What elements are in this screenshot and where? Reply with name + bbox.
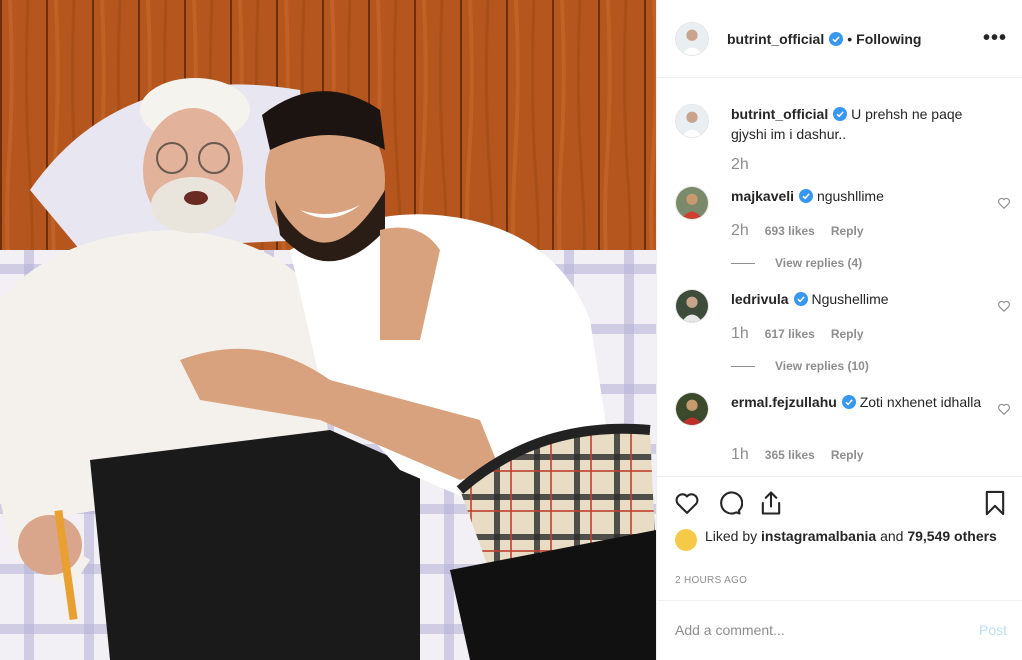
bookmark-icon[interactable] [981, 489, 1009, 517]
comment-time[interactable]: 2h [731, 222, 749, 240]
verified-badge-icon [833, 107, 848, 121]
comment-time[interactable]: 1h [731, 325, 749, 343]
comment-username[interactable]: ermal.fejzullahu [731, 394, 837, 410]
avatar[interactable] [675, 186, 709, 220]
reply-button[interactable]: Reply [831, 448, 864, 462]
following-button[interactable]: Following [856, 31, 921, 47]
heart-icon[interactable] [673, 489, 701, 517]
heart-icon[interactable] [997, 402, 1011, 416]
likes-others[interactable]: 79,549 others [907, 528, 997, 544]
post-timestamp[interactable]: 2 HOURS AGO [675, 575, 747, 586]
comment-text: ngushllime [816, 188, 884, 204]
avatar[interactable] [675, 21, 709, 56]
comment-likes[interactable]: 365 likes [765, 448, 815, 462]
comment-text: Ngushellime [811, 291, 889, 307]
reply-button[interactable]: Reply [831, 224, 864, 238]
comment-body: ledrivula Ngushellime [731, 289, 993, 309]
comment-input[interactable]: Add a comment... [675, 622, 785, 638]
comment-meta: 1h 365 likes Reply [731, 446, 864, 464]
likes-connector: and [880, 528, 904, 544]
comment-meta: 2h 693 likes Reply [731, 222, 864, 240]
smiley-avatar[interactable] [675, 529, 697, 551]
heart-icon[interactable] [997, 196, 1011, 210]
verified-badge-icon [829, 31, 844, 46]
comment-meta: 1h 617 likes Reply [731, 325, 864, 343]
comment-likes[interactable]: 693 likes [765, 224, 815, 238]
add-comment-bar: Add a comment... Post [657, 600, 1022, 660]
caption-meta: 2h [731, 156, 765, 174]
avatar[interactable] [675, 104, 709, 138]
divider [731, 365, 755, 367]
more-options-icon[interactable]: ••• [983, 28, 1007, 48]
action-bar: Liked by instagramalbania and 79,549 oth… [657, 476, 1022, 600]
comment-icon[interactable] [715, 489, 743, 517]
verified-badge-icon [799, 189, 814, 203]
likes-summary: Liked by instagramalbania and 79,549 oth… [675, 527, 1005, 551]
heart-icon[interactable] [997, 299, 1011, 313]
comment-likes[interactable]: 617 likes [765, 327, 815, 341]
caption-body: butrint_official U prehsh ne paqe gjyshi… [731, 104, 993, 144]
view-replies-button[interactable]: View replies (4) [731, 256, 862, 270]
reply-button[interactable]: Reply [831, 327, 864, 341]
view-replies-label: View replies (4) [775, 256, 863, 270]
post-side-panel: butrint_official • Following ••• butrint… [656, 0, 1022, 660]
caption-username[interactable]: butrint_official [731, 106, 828, 122]
comment-time[interactable]: 1h [731, 446, 749, 464]
divider [731, 262, 755, 264]
share-icon[interactable] [757, 489, 785, 517]
verified-badge-icon [793, 292, 808, 306]
liked-by-user[interactable]: instagramalbania [761, 528, 876, 544]
comment-body: majkaveli ngushllime [731, 186, 993, 206]
verified-badge-icon [841, 395, 856, 409]
likes-prefix: Liked by [705, 528, 758, 544]
comments-list[interactable]: butrint_official U prehsh ne paqe gjyshi… [657, 78, 1022, 476]
photo-illustration [0, 0, 656, 660]
comment-username[interactable]: ledrivula [731, 291, 789, 307]
username[interactable]: butrint_official [727, 31, 824, 47]
comment-text: Zoti nxhenet idhalla [859, 394, 982, 410]
caption-time[interactable]: 2h [731, 156, 749, 174]
likes-text: Liked by instagramalbania and 79,549 oth… [705, 527, 1005, 546]
comment-body: ermal.fejzullahu Zoti nxhenet idhalla [731, 392, 993, 412]
avatar[interactable] [675, 392, 709, 426]
avatar[interactable] [675, 289, 709, 323]
view-replies-label: View replies (10) [775, 359, 869, 373]
post-header: butrint_official • Following ••• [657, 0, 1022, 78]
view-replies-button[interactable]: View replies (10) [731, 359, 869, 373]
separator-dot: • [847, 30, 853, 47]
comment-username[interactable]: majkaveli [731, 188, 794, 204]
post-button[interactable]: Post [979, 622, 1007, 638]
instagram-post: butrint_official • Following ••• butrint… [0, 0, 1022, 660]
post-photo[interactable] [0, 0, 656, 660]
